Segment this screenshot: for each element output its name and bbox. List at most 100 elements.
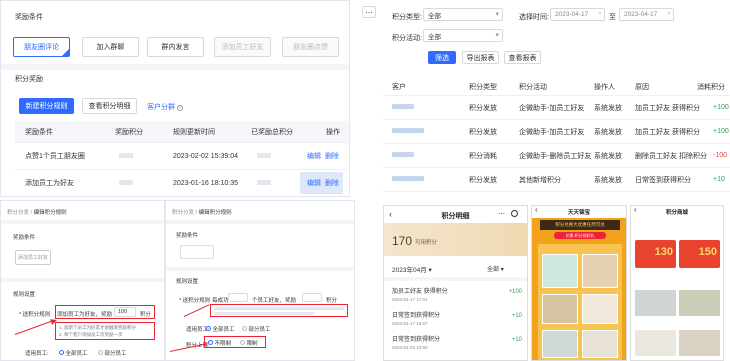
condition-chip[interactable]: 添加员工好友 — [15, 250, 51, 265]
export-button[interactable]: 导出报表 — [462, 51, 499, 64]
chevron-down-icon: ▾ — [495, 32, 499, 39]
breadcrumb-root[interactable]: 积分分发 — [7, 210, 29, 216]
radio-icon — [240, 340, 245, 345]
table-row: 积分消耗 企微助手-删除员工好友 系统发放 删除员工好友 扣除积分 -100 — [383, 144, 730, 168]
activity-label: 积分活动: — [392, 35, 422, 42]
view-detail-button[interactable]: 查看积分明细 — [82, 98, 137, 114]
list-item: 日常签到获得积分 2023-04-17 15:57 +10 — [392, 310, 522, 326]
tab-friend-circle-like[interactable]: 朋友圈点赞 — [282, 37, 339, 57]
rule-unit: 积分 — [326, 298, 338, 304]
date-value: 2023-04-17 — [624, 11, 658, 18]
target-icon[interactable] — [511, 210, 518, 217]
filter-type-select[interactable]: 全部 ▾ — [423, 8, 503, 21]
scope-part-radio[interactable]: 部分员工 — [98, 349, 127, 357]
row-condition: 点赞1个员工朋友圈 — [25, 153, 85, 160]
annotation-arrow — [183, 304, 210, 318]
chevron-down-icon: ▾ — [495, 11, 499, 18]
row-total-blur — [257, 179, 271, 187]
rule-highlight-box — [55, 305, 155, 319]
header-activity: 积分活动 — [519, 83, 547, 91]
reward-input[interactable] — [302, 293, 322, 302]
delete-link[interactable]: 删除 — [325, 178, 339, 188]
filter-button[interactable]: 筛选 — [428, 51, 456, 64]
section-label: 奖励条件 — [176, 233, 199, 239]
date-start-field[interactable]: 2023-04-17 ▫ — [550, 8, 605, 21]
more-icon[interactable]: ⋯ — [498, 210, 505, 218]
month-selector[interactable]: 2023年04月 ▾ — [392, 264, 432, 274]
header-actions: 操作 — [326, 128, 340, 136]
coupon-card[interactable]: 130 — [635, 240, 676, 268]
header-type: 积分类型 — [469, 83, 497, 91]
select-value: 全部 — [428, 33, 441, 41]
row-type: 积分发放 — [469, 176, 497, 184]
product-card[interactable] — [582, 330, 618, 358]
radio-icon — [98, 350, 103, 355]
product-card[interactable] — [582, 254, 618, 288]
header-consume: 消耗积分 — [697, 83, 725, 91]
customer-blur — [392, 128, 424, 135]
scope-all-radio[interactable]: 全部员工 — [59, 349, 88, 357]
divider — [1, 220, 164, 224]
more-icon[interactable]: ⋯ — [362, 6, 376, 18]
new-rule-button[interactable]: 新建积分规则 — [19, 98, 74, 114]
row-reason: 加员工好友 获得积分 — [635, 128, 700, 136]
date-end-field[interactable]: 2023-04-17 ▫ — [619, 8, 674, 21]
edit-rule-panel-a: 积分分发 / 编辑积分规则 奖励条件 添加员工好友 规则设置 * 送积分规则 添… — [0, 200, 165, 361]
product-card[interactable] — [582, 294, 618, 324]
tab-add-staff-friend[interactable]: 添加员工好友 — [214, 37, 271, 57]
filter-value: 全部 — [487, 267, 500, 273]
customer-group-link[interactable]: 客户分群 ? — [147, 102, 183, 112]
header-condition: 奖励条件 — [25, 128, 53, 136]
section-label: 奖励条件 — [13, 235, 36, 241]
rule-text-2: 个员工好友，奖励 — [252, 298, 297, 304]
chevron-down-icon: ▾ — [500, 267, 504, 273]
header-operator: 操作人 — [594, 83, 615, 91]
table-row: 积分发放 企微助手-加员工好友 系统发放 加员工好友 获得积分 +100 — [383, 120, 730, 144]
activity-select[interactable]: 全部 ▾ — [423, 29, 503, 42]
type-filter[interactable]: 全部 ▾ — [487, 264, 504, 273]
item-name: 日常签到获得积分 — [392, 313, 441, 319]
scope-part-radio[interactable]: 部分员工 — [242, 325, 271, 333]
product-card[interactable] — [542, 330, 578, 358]
radio-label: 限制 — [246, 341, 258, 347]
product-card[interactable] — [679, 290, 720, 316]
limit-no-radio[interactable]: 不限制 — [208, 339, 231, 347]
coupon-card[interactable]: 150 — [679, 240, 720, 268]
notes-box — [210, 304, 348, 317]
view-report-button[interactable]: 查看报表 — [504, 51, 541, 64]
product-card[interactable] — [635, 290, 676, 316]
product-card[interactable] — [635, 330, 676, 356]
phone-promo: ‹ 天天锦宝 积分兑换大优惠任然可兑 兑换·积分领好礼 — [531, 205, 627, 361]
selected-corner-icon — [62, 49, 69, 56]
rule-text: 每成功 — [212, 298, 229, 304]
product-card[interactable] — [679, 330, 720, 356]
count-input[interactable] — [228, 293, 248, 302]
list-item: 加员工好友 获得积分 2023-04-17 17:01 +100 — [392, 286, 522, 302]
product-card[interactable] — [542, 294, 578, 324]
customer-blur — [392, 176, 424, 183]
scope-all-radio[interactable]: 全部员工 — [206, 325, 235, 333]
phone-header: ‹ 天天锦宝 — [532, 206, 626, 218]
row-condition: 添加员工为好友 — [25, 180, 74, 187]
row-updated: 2023-01-16 18:10:35 — [173, 179, 238, 187]
tab-group-speak[interactable]: 群内发言 — [147, 37, 204, 57]
condition-chip[interactable] — [180, 245, 214, 259]
breadcrumb: 积分分发 / 编辑积分规则 — [172, 208, 232, 216]
tab-friend-circle-comment[interactable]: 朋友圈评论 — [13, 37, 70, 57]
breadcrumb-root[interactable]: 积分分发 — [172, 210, 194, 216]
product-card[interactable] — [542, 254, 578, 288]
sub-banner: 兑换·积分领好礼 — [554, 232, 606, 239]
item-date: 2023-04-17 15:57 — [392, 321, 428, 326]
page-title: 天天锦宝 — [567, 210, 590, 216]
breadcrumb: 积分分发 / 编辑积分规则 — [7, 208, 67, 216]
coupon-value: 150 — [698, 246, 717, 258]
edit-link[interactable]: 编辑 — [307, 178, 321, 188]
filter-type-label: 积分类型: — [392, 14, 422, 21]
edit-link[interactable]: 编辑 — [307, 151, 321, 161]
phone-points-detail: ‹ 积分明细 ⋯ 170 可用积分 2023年04月 ▾ 全部 ▾ 加员工好友 … — [383, 205, 528, 361]
delete-link[interactable]: 删除 — [325, 151, 339, 161]
radio-checked-icon — [59, 350, 64, 355]
tab-join-group[interactable]: 加入群聊 — [82, 37, 139, 57]
radio-label: 全部员工 — [65, 351, 88, 357]
limit-yes-radio[interactable]: 限制 — [240, 339, 258, 347]
